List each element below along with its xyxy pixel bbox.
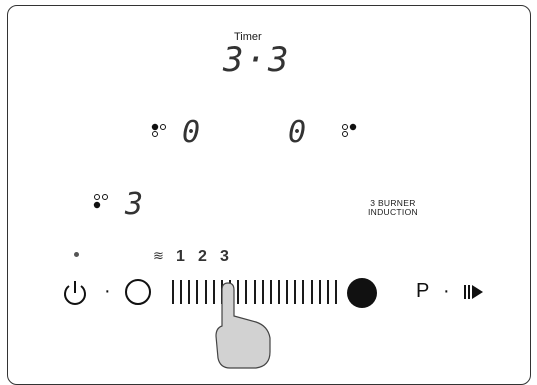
circle-ring-icon[interactable] [125,279,151,305]
slider-tick[interactable] [335,280,337,304]
slider-tick[interactable] [172,280,174,304]
model-line-2: INDUCTION [368,207,418,217]
timer-display[interactable]: 3·3 [223,43,290,77]
slider-tick[interactable] [286,280,289,304]
slider-tick[interactable] [277,280,280,304]
level-3-label: 3 [220,248,229,265]
zone-top-left-display[interactable]: 0 [182,118,202,148]
hand-pointer-icon [215,282,271,369]
separator-dot-1: · [104,280,111,302]
slider-tick[interactable] [318,280,321,304]
slider-tick[interactable] [204,280,207,304]
model-label: 3 BURNER INDUCTION [368,199,418,217]
slider-tick[interactable] [302,280,305,304]
play-boost-icon[interactable] [463,283,485,301]
slider-tick[interactable] [196,280,199,304]
slider-tick[interactable] [188,280,191,304]
filled-knob-icon[interactable] [347,278,377,308]
slider-tick[interactable] [180,280,183,304]
heat-waves-icon: ≋ [153,248,164,263]
program-button[interactable]: P [416,280,429,303]
zone-top-right-icon [342,123,357,137]
slider-tick[interactable] [294,280,297,304]
power-indicator-dot [74,252,79,257]
level-1-label: 1 [176,248,185,265]
slider-tick[interactable] [310,280,313,304]
zone-bottom-left-icon [93,194,108,209]
power-icon[interactable] [60,278,90,308]
zone-bottom-left-display[interactable]: 3 [125,190,145,220]
zone-top-right-display[interactable]: 0 [288,118,308,148]
zone-top-left-icon [151,123,166,137]
separator-dot-2: · [443,280,450,302]
level-2-label: 2 [198,248,207,265]
slider-tick[interactable] [326,280,329,304]
